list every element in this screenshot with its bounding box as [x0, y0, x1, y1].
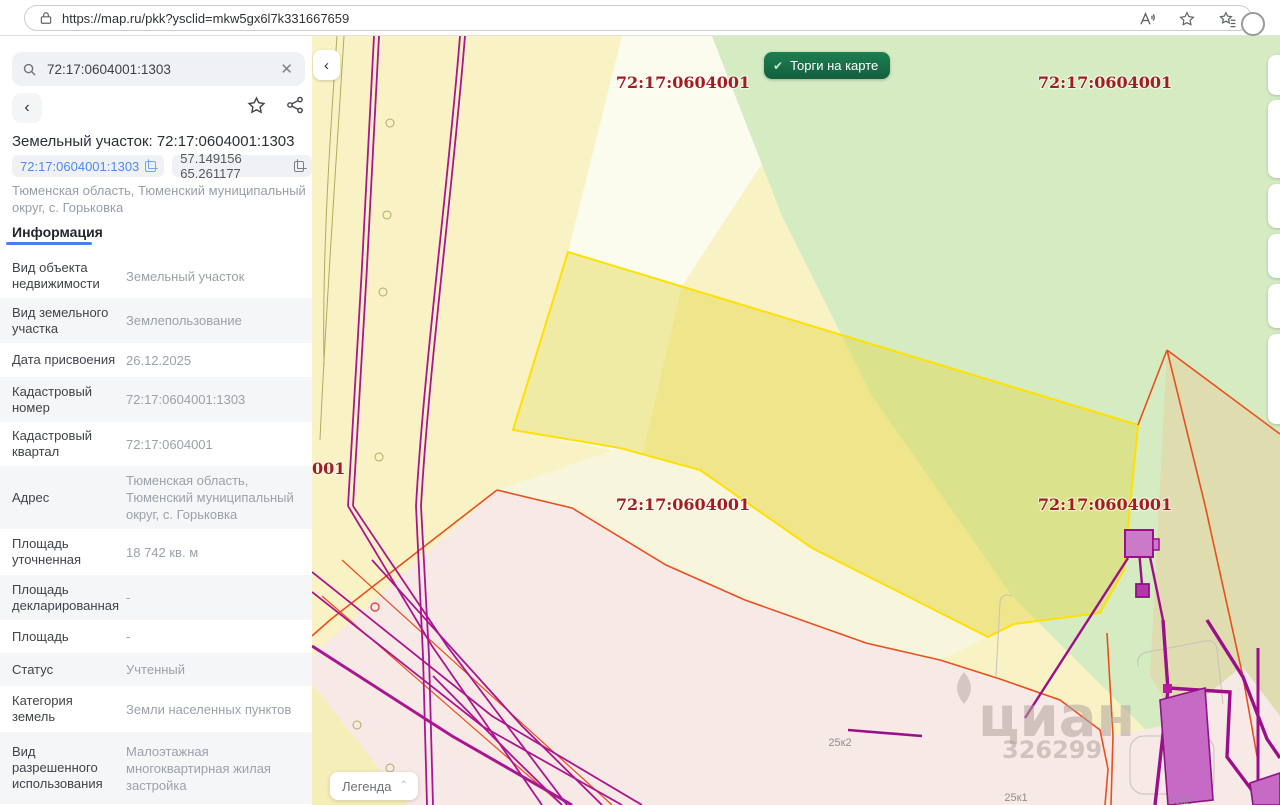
lock-icon — [39, 11, 53, 25]
row-value: - — [126, 589, 130, 606]
url-text: https://map.ru/pkk?ysclid=mkw5gx6l7k3316… — [62, 11, 349, 26]
legend-button[interactable]: Легенда ⌃ — [330, 772, 418, 800]
parcel-info-panel: 72:17:0604001:1303 ✕ ‹ Земельный участок… — [0, 36, 312, 805]
map-control-button[interactable] — [1268, 184, 1280, 228]
browser-profile-icon[interactable] — [1241, 12, 1265, 36]
row-label: Кадастровый квартал — [12, 428, 116, 460]
chevron-up-icon: ⌃ — [399, 780, 407, 791]
trades-button-label: Торги на карте — [790, 58, 878, 73]
row-value: 72:17:0604001:1303 — [126, 391, 245, 408]
row-value: 18 742 кв. м — [126, 544, 198, 561]
row-value: Малоэтажная многоквартирная жилая застро… — [126, 743, 300, 794]
map-canvas: циан 326299 72:17:0604001 72:17:0604001 … — [312, 36, 1280, 805]
trades-on-map-button[interactable]: ✔ Торги на карте — [764, 52, 890, 79]
row-label: Категория земель — [12, 693, 116, 725]
copy-icon[interactable] — [294, 161, 304, 172]
row-value: Земельный участок — [126, 268, 244, 285]
row-value: Учтенный — [126, 661, 185, 678]
pipe-node — [1163, 684, 1172, 693]
table-row: Кадастровый квартал 72:17:0604001 — [0, 422, 312, 466]
building-small[interactable] — [1136, 584, 1149, 597]
quarter-label: 72:17:0604001 — [1038, 495, 1172, 514]
map-control-button[interactable] — [1268, 100, 1280, 178]
table-row: Дата присвоения 26.12.2025 — [0, 343, 312, 377]
coordinates-chip[interactable]: 57.149156 65.261177 — [172, 155, 312, 177]
row-label: Дата присвоения — [12, 352, 116, 368]
table-row: Адрес Тюменская область, Тюменский муници… — [0, 466, 312, 529]
coordinates-text: 57.149156 65.261177 — [180, 151, 288, 181]
table-row: Категория земель Земли населенных пунктов — [0, 686, 312, 732]
cadastral-number-chip[interactable]: 72:17:0604001:1303 — [12, 155, 164, 177]
row-value: Земли населенных пунктов — [126, 701, 291, 718]
quarter-label-clipped: 001 — [312, 459, 345, 478]
read-aloud-icon[interactable] — [1137, 9, 1157, 29]
parcel-address: Тюменская область, Тюменский муниципальн… — [12, 182, 308, 216]
row-label: Статус — [12, 662, 116, 678]
building-annex — [1153, 539, 1159, 550]
row-label: Площадь уточненная — [12, 536, 116, 568]
browser-toolbar: https://map.ru/pkk?ysclid=mkw5gx6l7k3316… — [0, 0, 1280, 36]
favorite-parcel-icon[interactable] — [246, 95, 267, 116]
tab-information[interactable]: Информация — [12, 224, 103, 240]
table-row: Площадь уточненная 18 742 кв. м — [0, 529, 312, 575]
clear-search-icon[interactable]: ✕ — [280, 60, 293, 78]
collapse-panel-button[interactable]: ‹ — [313, 50, 340, 80]
quarter-label: 72:17:0604001 — [616, 495, 750, 514]
address-bar[interactable]: https://map.ru/pkk?ysclid=mkw5gx6l7k3316… — [24, 5, 1252, 31]
cadastral-number-text: 72:17:0604001:1303 — [20, 159, 139, 174]
map-control-button[interactable] — [1268, 334, 1280, 424]
building[interactable] — [1125, 530, 1153, 557]
cadastral-map[interactable]: циан 326299 72:17:0604001 72:17:0604001 … — [312, 36, 1280, 805]
share-icon[interactable] — [285, 95, 305, 115]
back-button[interactable]: ‹ — [12, 93, 42, 123]
tab-active-underline — [6, 242, 92, 245]
table-row: Статус Учтенный — [0, 653, 312, 686]
table-row: Вид земельного участка Землепользование — [0, 298, 312, 343]
check-icon: ✔ — [773, 59, 783, 73]
row-label: Кадастровый номер — [12, 384, 116, 416]
house-label: 25к2 — [828, 737, 851, 749]
search-value: 72:17:0604001:1303 — [47, 62, 280, 77]
copy-icon[interactable] — [145, 161, 156, 172]
parcel-attributes-table: Вид объекта недвижимости Земельный участо… — [0, 254, 312, 804]
svg-text:326299: 326299 — [1002, 736, 1102, 764]
map-control-button[interactable] — [1268, 234, 1280, 278]
table-row: Кадастровый номер 72:17:0604001:1303 — [0, 377, 312, 422]
row-label: Площадь декларированная — [12, 582, 116, 614]
row-value: Тюменская область, Тюменский муниципальн… — [126, 472, 300, 523]
house-label: 10к2 — [1168, 795, 1191, 805]
search-icon — [22, 62, 37, 77]
table-row: Площадь декларированная- — [0, 575, 312, 620]
favorites-star-icon[interactable] — [1177, 9, 1197, 29]
building-10k2[interactable] — [1160, 688, 1213, 805]
table-row: Площадь- — [0, 620, 312, 653]
collections-icon[interactable] — [1217, 9, 1237, 29]
quarter-label: 72:17:0604001 — [616, 73, 750, 92]
row-label: Площадь — [12, 629, 116, 645]
parcel-title: Земельный участок: 72:17:0604001:1303 — [12, 133, 304, 150]
row-value: Землепользование — [126, 312, 242, 329]
row-value: 72:17:0604001 — [126, 436, 213, 453]
row-label: Вид разрешенного использования — [12, 744, 116, 792]
row-label: Вид земельного участка — [12, 305, 116, 337]
row-label: Вид объекта недвижимости — [12, 260, 116, 292]
table-row: Вид объекта недвижимости Земельный участо… — [0, 254, 312, 298]
search-input[interactable]: 72:17:0604001:1303 ✕ — [12, 52, 305, 86]
row-value: - — [126, 628, 130, 645]
row-value: 26.12.2025 — [126, 352, 191, 369]
map-control-button[interactable] — [1268, 55, 1280, 95]
row-label: Адрес — [12, 490, 116, 506]
quarter-label: 72:17:0604001 — [1038, 73, 1172, 92]
map-control-button[interactable] — [1268, 284, 1280, 328]
house-label: 25к1 — [1004, 792, 1027, 804]
legend-button-label: Легенда — [342, 779, 391, 794]
table-row: Вид разрешенного использованияМалоэтажна… — [0, 732, 312, 804]
